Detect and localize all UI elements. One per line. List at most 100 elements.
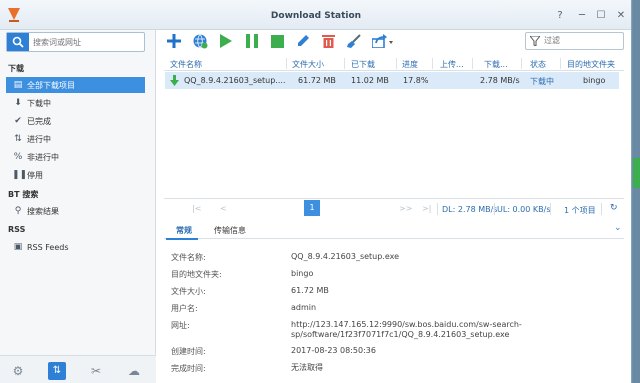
- cell-download-speed: 2.78 MB/s: [480, 76, 520, 85]
- active-tab-indicator: [166, 238, 198, 240]
- sidebar-item-label: 全部下载项目: [27, 80, 75, 90]
- close-icon[interactable]: ✕: [614, 9, 628, 23]
- desktop-widget-edge: [633, 158, 640, 188]
- field-value-username: admin: [291, 303, 317, 312]
- divider: [494, 203, 495, 215]
- collapse-chevron-icon[interactable]: ⌄: [614, 223, 622, 233]
- sidebar-item-rss-feeds[interactable]: ▣ RSS Feeds: [6, 239, 145, 255]
- sidebar-item-label: RSS Feeds: [27, 242, 69, 252]
- section-bt-search: BT 搜索: [8, 190, 39, 199]
- tab-transfer-info[interactable]: 传输信息: [214, 225, 246, 236]
- edit-pencil-icon[interactable]: [294, 32, 312, 50]
- column-header-size[interactable]: 文件大小: [292, 59, 324, 70]
- settings-gear-icon[interactable]: ⚙: [9, 362, 27, 380]
- column-header-destination[interactable]: 目的地文件夹: [567, 59, 615, 70]
- sidebar-item-stopped[interactable]: ❚❚ 停用: [6, 167, 145, 183]
- divider: [601, 203, 602, 215]
- ul-speed: UL: 0.00 KB/s: [497, 205, 551, 214]
- emule-icon[interactable]: ✂: [87, 362, 105, 380]
- maximize-icon[interactable]: ☐: [594, 9, 608, 23]
- rss-icon: ▣: [13, 242, 23, 252]
- stop-icon[interactable]: [268, 32, 286, 50]
- search-icon[interactable]: [7, 33, 29, 51]
- field-label-filename: 文件名称:: [171, 253, 206, 262]
- sidebar-item-active[interactable]: ⇅ 进行中: [6, 131, 145, 147]
- help-icon[interactable]: ?: [553, 9, 567, 23]
- divider: [437, 203, 438, 215]
- transfer-schedule-icon[interactable]: ⇅: [48, 362, 66, 380]
- column-divider: [560, 58, 561, 69]
- column-divider: [432, 58, 433, 69]
- column-header-progress[interactable]: 进度: [402, 59, 418, 70]
- table-row[interactable]: QQ_8.9.4.21603_setup.... 61.72 MB 11.02 …: [165, 72, 619, 89]
- field-value-completed: 无法取得: [291, 363, 323, 372]
- sidebar-item-label: 已完成: [27, 116, 51, 126]
- column-header-downloaded[interactable]: 已下载: [351, 59, 375, 70]
- arrow-down-icon: [170, 75, 179, 88]
- column-divider: [472, 58, 473, 69]
- resume-play-icon[interactable]: [217, 32, 235, 50]
- check-icon: ✔: [14, 116, 22, 126]
- last-page-icon[interactable]: >|: [422, 204, 431, 213]
- tab-general[interactable]: 常规: [176, 225, 192, 236]
- field-label-completed: 完成时间:: [171, 364, 206, 373]
- transfer-icon: ⇅: [14, 134, 22, 144]
- minimize-icon[interactable]: ─: [575, 9, 589, 23]
- section-rss: RSS: [8, 225, 26, 234]
- window-title: Download Station: [270, 11, 362, 21]
- field-value-url[interactable]: http://123.147.165.12:9990/sw.bos.baidu.…: [291, 320, 522, 330]
- sidebar-item-search-results[interactable]: ⚲ 搜索结果: [6, 203, 145, 219]
- pause-icon[interactable]: [243, 32, 261, 50]
- delete-trash-icon[interactable]: [319, 32, 337, 50]
- cell-destination: bingo: [583, 76, 606, 85]
- first-page-icon[interactable]: |<: [192, 204, 201, 213]
- field-label-username: 用户名:: [171, 304, 198, 313]
- field-value-destination: bingo: [291, 269, 314, 278]
- column-divider: [286, 58, 287, 69]
- field-value-size: 61.72 MB: [291, 286, 329, 295]
- prev-page-icon[interactable]: <: [220, 204, 227, 213]
- sidebar-item-downloading[interactable]: ⬇ 下载中: [6, 95, 145, 111]
- search-input[interactable]: [33, 36, 141, 48]
- column-header-status[interactable]: 状态: [530, 59, 546, 70]
- column-header-name[interactable]: 文件名称: [170, 59, 202, 70]
- clear-completed-broom-icon[interactable]: [345, 32, 363, 50]
- cell-progress: 17.8%: [403, 76, 429, 85]
- item-count: 1 个项目: [564, 206, 596, 215]
- desktop-background-strip: [633, 0, 640, 383]
- page-number-current[interactable]: 1: [304, 200, 320, 216]
- column-header-upload[interactable]: 上传...: [440, 59, 464, 70]
- dl-speed: DL: 2.78 MB/s: [442, 205, 498, 214]
- cell-downloaded: 11.02 MB: [351, 76, 389, 85]
- field-label-url: 网址:: [171, 321, 190, 330]
- sidebar-item-completed[interactable]: ✔ 已完成: [6, 113, 145, 129]
- add-icon[interactable]: [165, 32, 183, 50]
- arrow-down-icon: ⬇: [14, 98, 22, 108]
- divider: [550, 203, 551, 215]
- cell-name: QQ_8.9.4.21603_setup....: [184, 76, 286, 85]
- field-value-filename: QQ_8.9.4.21603_setup.exe: [291, 252, 400, 261]
- detail-tabs: 常规 传输信息: [164, 221, 624, 239]
- sidebar-item-all-downloads[interactable]: ▤ 全部下载项目: [6, 77, 145, 93]
- column-header-download-speed[interactable]: 下载...: [484, 59, 508, 70]
- pause-icon: ❚❚: [12, 170, 28, 180]
- sidebar-item-label: 搜索结果: [27, 206, 59, 216]
- field-label-size: 文件大小:: [171, 287, 206, 296]
- next-page-icon[interactable]: >>: [399, 204, 412, 213]
- cloud-icon[interactable]: ☁: [125, 362, 143, 380]
- search-icon: ⚲: [14, 206, 22, 216]
- percent-icon: %: [13, 152, 23, 162]
- sidebar-search: [6, 32, 145, 52]
- toolbar: [157, 30, 631, 52]
- field-value-url-line2[interactable]: sp/software/1f23f7071f7c1/QQ_8.9.4.21603…: [291, 330, 509, 340]
- filter-input[interactable]: [544, 36, 620, 45]
- share-export-icon[interactable]: [371, 32, 395, 50]
- sidebar-item-label: 进行中: [27, 134, 51, 144]
- add-url-globe-icon[interactable]: [191, 32, 209, 50]
- field-label-destination: 目的地文件夹:: [171, 270, 222, 279]
- sidebar-item-inactive[interactable]: % 非进行中: [6, 149, 145, 165]
- cell-status: 下载中: [530, 77, 554, 86]
- list-header: 文件名称 文件大小 已下载 进度 上传... 下载... 状态 目的地文件夹: [164, 56, 624, 71]
- sidebar-item-label: 停用: [27, 170, 43, 180]
- refresh-icon[interactable]: ↻: [610, 203, 618, 213]
